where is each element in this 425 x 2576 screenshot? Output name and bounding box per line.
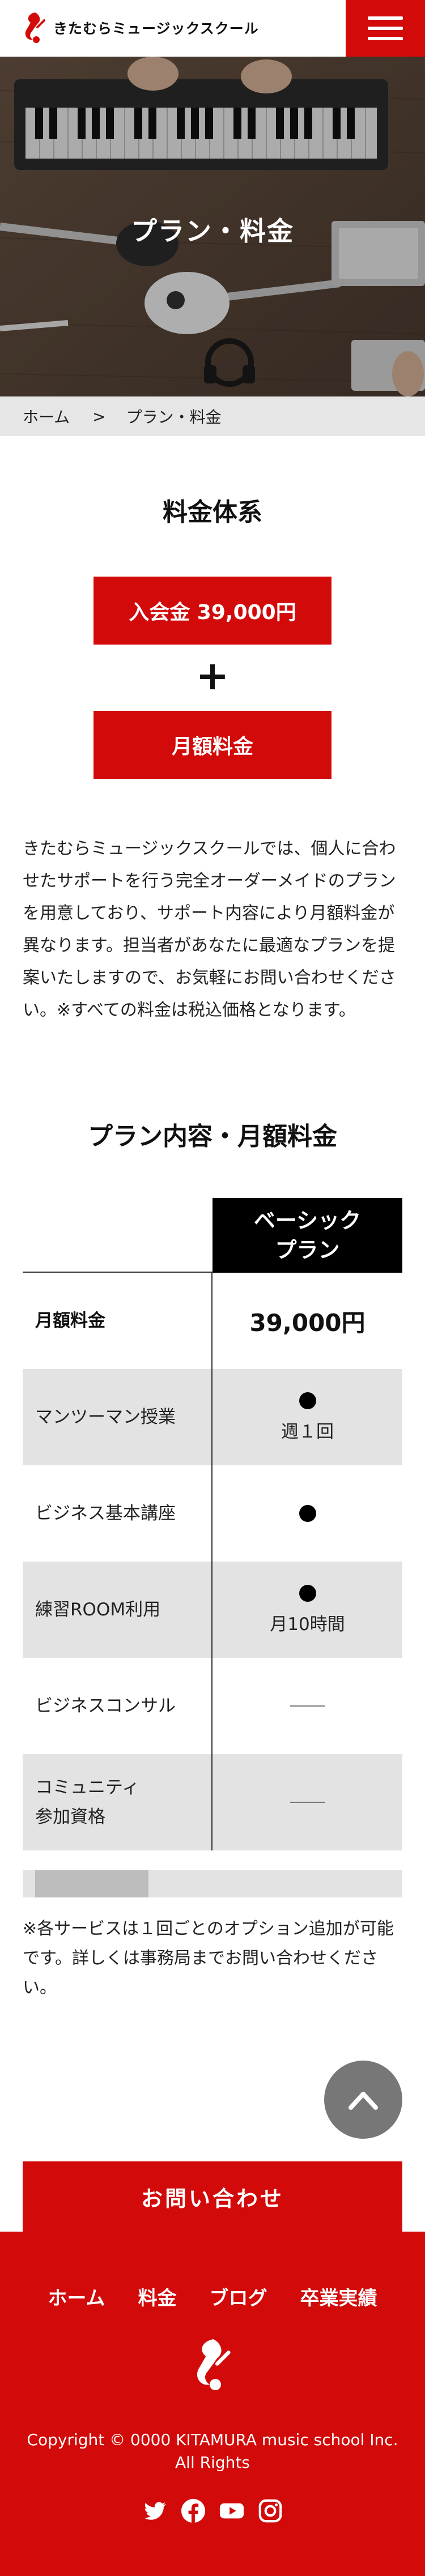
site-header: きたむらミュージックスクール <box>0 0 425 57</box>
row-label: ビジネス基本講座 <box>23 1465 212 1562</box>
included-dot-icon <box>299 1392 316 1409</box>
row-label: ビジネスコンサル <box>23 1658 212 1754</box>
plan-table-heading: プラン内容・月額料金 <box>88 1122 337 1151</box>
page-title: プラン・料金 <box>131 216 294 246</box>
plan-price-table: ベーシック プラン 月額料金 39,000円 マンツーマン授業 週１回 ビジネス… <box>23 1198 402 1850</box>
footer-link-home[interactable]: ホーム <box>48 2283 105 2310</box>
option-note: ※各サービスは１回ごとのオプション追加が可能です。詳しくは事務局までお問い合わせ… <box>23 1919 394 1998</box>
basic-plan-header: ベーシック プラン <box>212 1198 402 1273</box>
footer-link-pricing[interactable]: 料金 <box>138 2283 176 2310</box>
plus-sign: + <box>196 652 230 699</box>
included-dot-icon <box>299 1505 316 1522</box>
table-row: 練習ROOM利用 月10時間 <box>23 1562 402 1658</box>
site-logo[interactable]: きたむらミュージックスクール <box>23 11 259 44</box>
footer-link-graduates[interactable]: 卒業実績 <box>300 2283 377 2310</box>
footer-link-blog[interactable]: ブログ <box>209 2283 267 2310</box>
table-row: 月額料金 39,000円 <box>23 1273 402 1369</box>
scroll-to-top-button[interactable] <box>324 2061 402 2139</box>
twitter-icon[interactable] <box>142 2498 168 2524</box>
fee-description: きたむらミュージックスクールでは、個人に合わせたサポートを行う完全オーダーメイド… <box>23 839 396 1020</box>
included-dot-icon <box>299 1584 316 1602</box>
facebook-icon[interactable] <box>180 2498 206 2524</box>
table-row: コミュニティ 参加資格 <box>23 1754 402 1850</box>
brand-name: きたむらミュージックスクール <box>53 20 259 37</box>
site-footer: ホーム 料金 ブログ 卒業実績 Copyright © 0000 KITAMUR… <box>0 2232 425 2576</box>
not-included-dash-icon <box>290 1705 325 1707</box>
hero-banner: プラン・料金 <box>0 57 425 396</box>
youtube-icon[interactable] <box>219 2498 245 2524</box>
row-value: 週１回 <box>281 1421 334 1442</box>
logo-mark-icon <box>25 12 45 43</box>
copyright-text: Copyright © 0000 KITAMURA music school I… <box>27 2430 398 2472</box>
breadcrumb-separator: > <box>92 407 106 426</box>
breadcrumb-home-link[interactable]: ホーム <box>23 405 70 428</box>
breadcrumb-current: プラン・料金 <box>126 408 222 427</box>
contact-button[interactable]: お問い合わせ <box>23 2161 402 2232</box>
hamburger-menu-button[interactable] <box>346 0 425 57</box>
breadcrumb: ホーム > プラン・料金 <box>0 396 425 436</box>
chevron-up-icon <box>348 2092 378 2110</box>
monthly-price-value: 39,000円 <box>249 1308 366 1337</box>
footer-nav: ホーム 料金 ブログ 卒業実績 <box>0 2283 425 2310</box>
enrollment-fee-box: 入会金 39,000円 <box>94 577 332 645</box>
table-row: ビジネス基本講座 <box>23 1465 402 1562</box>
table-horizontal-scrollbar[interactable] <box>23 1870 402 1897</box>
table-header-row: ベーシック プラン <box>23 1198 402 1273</box>
row-label: コミュニティ 参加資格 <box>23 1754 212 1850</box>
row-label: 練習ROOM利用 <box>23 1562 212 1658</box>
scrollbar-thumb[interactable] <box>35 1870 148 1897</box>
table-row: ビジネスコンサル <box>23 1658 402 1754</box>
fee-system-heading: 料金体系 <box>163 498 262 527</box>
not-included-dash-icon <box>290 1802 325 1803</box>
row-value: 月10時間 <box>270 1614 345 1635</box>
row-label: マンツーマン授業 <box>23 1369 212 1465</box>
instagram-icon[interactable] <box>257 2498 283 2524</box>
table-row: マンツーマン授業 週１回 <box>23 1369 402 1465</box>
row-label: 月額料金 <box>23 1273 212 1369</box>
hamburger-icon <box>368 16 403 20</box>
monthly-fee-box: 月額料金 <box>94 711 332 779</box>
social-links <box>0 2498 425 2524</box>
footer-logo-icon[interactable] <box>193 2336 232 2393</box>
